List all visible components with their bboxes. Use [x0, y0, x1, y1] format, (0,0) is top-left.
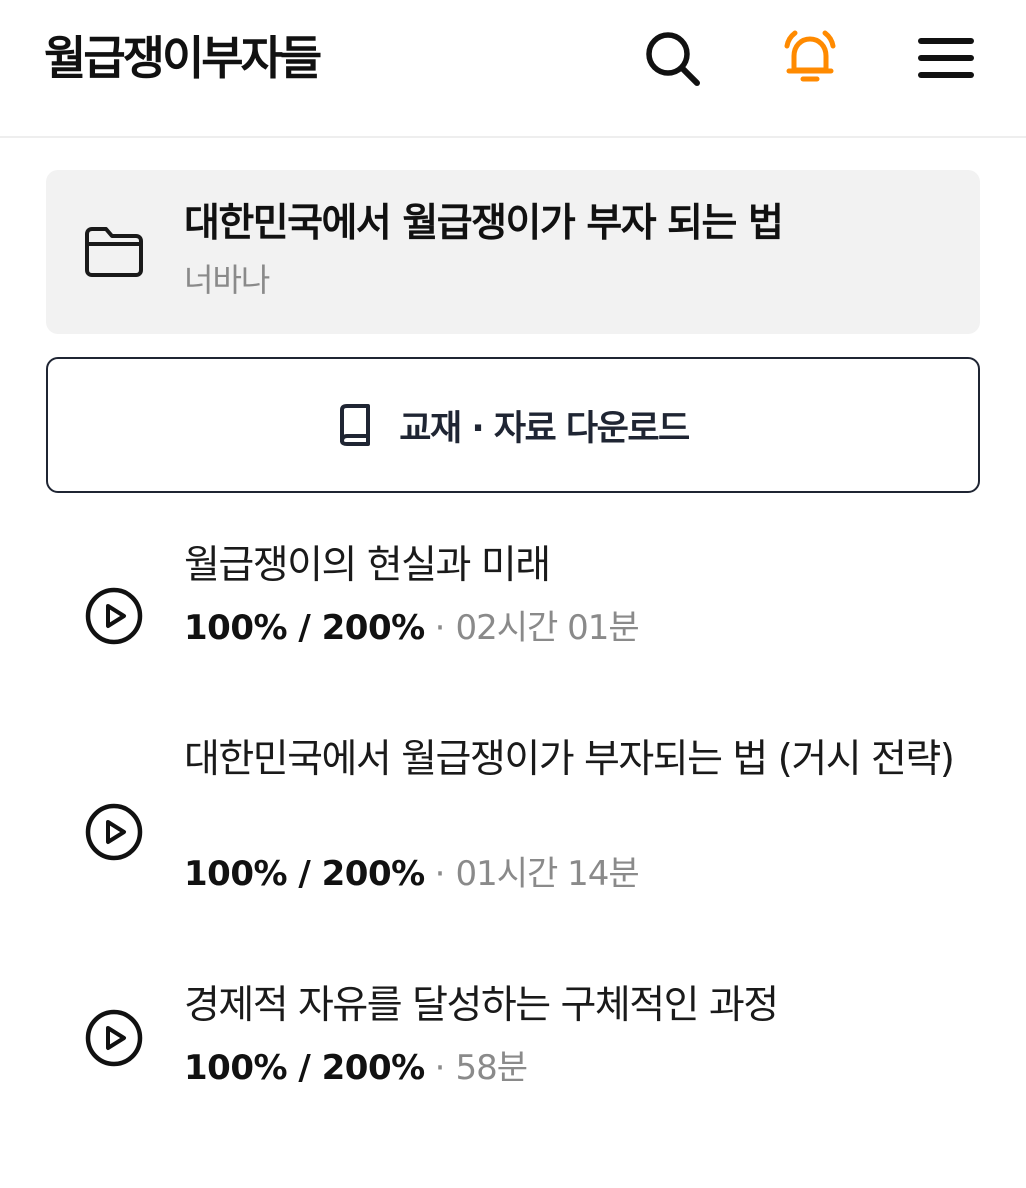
book-icon: [340, 404, 371, 446]
lesson-progress: 100% / 200%: [184, 854, 425, 894]
lesson-progress: 100% / 200%: [184, 608, 425, 648]
lesson-meta: 100% / 200% · 58분: [184, 1046, 528, 1090]
meta-separator: ·: [434, 608, 446, 648]
lesson-item[interactable]: 월급쟁이의 현실과 미래 100% / 200% · 02시간 01분: [0, 540, 1026, 660]
lesson-title: 경제적 자유를 달성하는 구체적인 과정: [184, 983, 779, 1028]
lesson-duration: 58분: [455, 1048, 528, 1088]
lesson-title: 월급쟁이의 현실과 미래: [184, 543, 551, 588]
menu-button[interactable]: [910, 22, 982, 94]
lesson-progress: 100% / 200%: [184, 1048, 425, 1088]
hamburger-menu-icon: [918, 38, 974, 78]
lesson-item[interactable]: 대한민국에서 월급쟁이가 부자되는 법 (거시 전략) 100% / 200% ·…: [0, 734, 1026, 904]
lesson-duration: 02시간 01분: [455, 608, 639, 648]
course-info-card: 대한민국에서 월급쟁이가 부자 되는 법 너바나: [46, 170, 980, 334]
course-author: 너바나: [184, 261, 270, 299]
search-icon: [646, 32, 700, 86]
play-circle-icon: [85, 803, 143, 861]
play-circle-icon: [85, 1009, 143, 1067]
folder-icon: [85, 227, 143, 277]
meta-separator: ·: [434, 1048, 446, 1088]
lesson-duration: 01시간 14분: [455, 854, 639, 894]
lesson-title: 대한민국에서 월급쟁이가 부자되는 법 (거시 전략): [184, 737, 955, 782]
app-logo[interactable]: 월급쟁이부자들: [44, 28, 322, 88]
lesson-meta: 100% / 200% · 02시간 01분: [184, 606, 640, 650]
play-circle-icon: [85, 587, 143, 645]
app-header: 월급쟁이부자들: [0, 0, 1026, 138]
bell-icon: [784, 30, 836, 82]
course-title: 대한민국에서 월급쟁이가 부자 되는 법: [184, 201, 784, 246]
materials-download-button[interactable]: 교재 · 자료 다운로드: [46, 357, 980, 493]
notification-button[interactable]: [774, 22, 846, 94]
meta-separator: ·: [434, 854, 446, 894]
download-label: 교재 · 자료 다운로드: [399, 408, 690, 449]
lesson-item[interactable]: 경제적 자유를 달성하는 구체적인 과정 100% / 200% · 58분: [0, 980, 1026, 1100]
search-button[interactable]: [636, 22, 708, 94]
lesson-meta: 100% / 200% · 01시간 14분: [184, 852, 640, 896]
